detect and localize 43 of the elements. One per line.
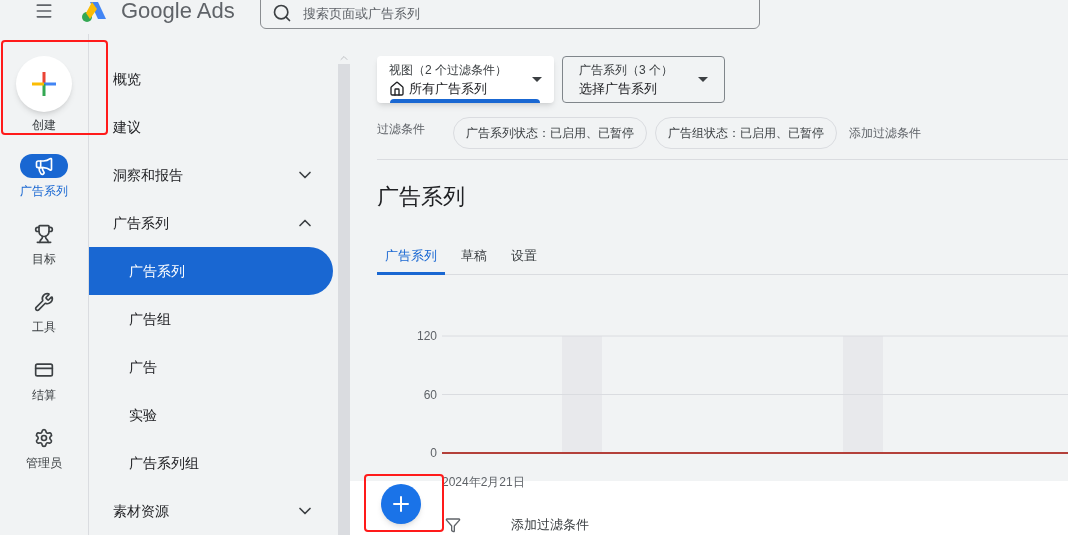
axis-tick-label: 0 [430, 446, 437, 460]
add-filter-link[interactable]: 添加过滤条件 [849, 124, 921, 142]
axis-tick-label: 120 [416, 329, 437, 343]
tab[interactable]: 广告系列 [377, 239, 445, 275]
nav-subitem[interactable]: 广告系列 [89, 247, 333, 295]
rail-item[interactable]: 目标 [4, 222, 84, 268]
axis-tick-label: 60 [423, 387, 437, 402]
nav-item[interactable]: 建议 [89, 103, 333, 151]
search-field[interactable]: 搜索页面或广告系列 [259, 0, 760, 29]
plus-icon [32, 72, 56, 96]
rail-item[interactable]: 结算 [4, 358, 84, 404]
search-icon [271, 3, 292, 23]
megaphone-icon [34, 156, 54, 176]
campaign-dropdown[interactable]: 广告系列（3 个） 选择广告系列 [562, 56, 725, 103]
nav-subitem[interactable]: 广告组 [89, 295, 333, 343]
nav-item[interactable]: 素材资源 [89, 487, 333, 535]
scrollbar-thumb[interactable] [338, 64, 350, 535]
home-icon [389, 80, 405, 97]
dropdown-arrow-icon [698, 77, 708, 82]
nav-item[interactable]: 洞察和报告 [89, 151, 333, 199]
logo-text: Google Ads [121, 0, 235, 25]
nav-subitem[interactable]: 广告系列组 [89, 439, 333, 487]
rail-item[interactable]: 工具 [4, 290, 84, 336]
card-icon [34, 360, 54, 380]
nav-item[interactable]: 广告系列 [89, 199, 333, 247]
dropdown-arrow-icon [532, 77, 542, 82]
trophy-icon [34, 224, 54, 244]
nav-item[interactable]: 概览 [89, 55, 333, 103]
view-dropdown[interactable]: 视图（2 个过滤条件） 所有广告系列 [377, 56, 554, 103]
settings-icon [34, 428, 54, 448]
wrench-icon [34, 292, 54, 312]
logo-icon [81, 0, 107, 23]
add-filter-text[interactable]: 添加过滤条件 [511, 515, 589, 535]
tab[interactable]: 草稿 [453, 239, 495, 275]
page-title: 广告系列 [377, 183, 466, 211]
filter-icon[interactable] [445, 517, 461, 533]
tab[interactable]: 设置 [503, 239, 545, 275]
rail-item[interactable]: 管理员 [4, 426, 84, 472]
menu-icon[interactable] [34, 1, 54, 21]
filter-label: 过滤条件 [377, 121, 426, 138]
rail-item[interactable]: 广告系列 [4, 154, 84, 200]
nav-subitem[interactable]: 实验 [89, 391, 333, 439]
nav-subitem[interactable]: 广告 [89, 343, 333, 391]
